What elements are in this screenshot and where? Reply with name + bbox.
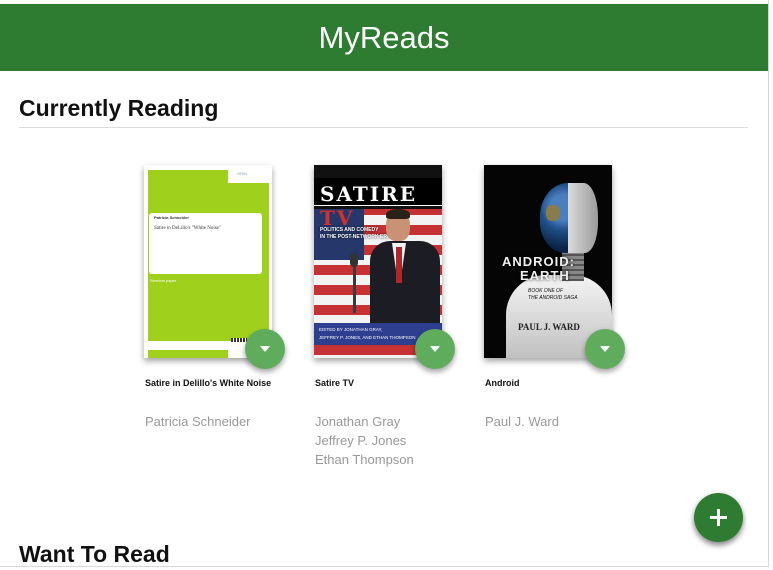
app-header: MyReads: [0, 4, 768, 71]
book-cover[interactable]: SATIRE TV POLITICS AND COMEDY IN THE POS…: [314, 165, 442, 358]
cover-decoration: [353, 265, 356, 313]
cover-subtitle: BOOK ONE OF THE ANDROID SAGA: [528, 288, 578, 302]
cover-decoration: [148, 350, 228, 358]
cover-subtitle-line: THE ANDROID SAGA: [528, 295, 578, 301]
book-authors: Paul J. Ward: [485, 412, 635, 431]
book-author: Paul J. Ward: [485, 414, 559, 429]
cover-editors: EDITED BY JONATHAN GRAY, JEFFREY P. JONE…: [319, 326, 416, 342]
cover-title-text: ANDROID: EARTH: [502, 255, 575, 283]
cover-subtitle-line: BOOK ONE OF: [528, 288, 564, 294]
cover-decoration: [546, 205, 560, 221]
book-authors: Jonathan Gray Jeffrey P. Jones Ethan Tho…: [315, 412, 465, 469]
book-title: Satire TV: [315, 378, 355, 388]
cover-title-line: EARTH: [520, 268, 570, 283]
cover-title-line: ANDROID:: [502, 254, 575, 269]
book-authors: Patricia Schneider: [145, 412, 295, 431]
shelf-changer-button[interactable]: [415, 329, 455, 369]
cover-title-text: Satire in DeLillo's "White Noise": [154, 226, 221, 231]
book-author: Patricia Schneider: [145, 414, 251, 429]
cover-title-box: Patricia Schneider Satire in DeLillo's "…: [149, 213, 262, 274]
shelf-title-want-to-read: Want To Read: [19, 541, 170, 567]
cover-decoration: [386, 209, 410, 219]
cover-editors-line: JEFFREY P. JONES, AND ETHAN THOMPSON: [319, 335, 416, 340]
shelf-changer-button[interactable]: [585, 329, 625, 369]
cover-label-text: Seminar paper: [150, 278, 177, 283]
cover-author-text: PAUL J. WARD: [518, 322, 580, 332]
app-frame: MyReads Currently Reading GRIN Patricia …: [0, 0, 769, 567]
cover-decoration: [370, 241, 440, 331]
shelf-title-currently-reading: Currently Reading: [19, 95, 219, 121]
cover-decoration: [350, 253, 358, 267]
cover-subtitle-line: POLITICS AND COMEDY: [320, 227, 379, 233]
app-title: MyReads: [318, 20, 450, 55]
cover-barcode: [231, 338, 247, 342]
book-title: Android: [485, 378, 520, 388]
cover-subtitle: POLITICS AND COMEDY IN THE POST-NETWORK …: [320, 227, 391, 241]
cover-decoration: [568, 183, 598, 253]
shelf-divider: [19, 127, 748, 128]
add-book-button[interactable]: [694, 493, 743, 542]
book-title: Satire in Delillo's White Noise: [145, 378, 272, 388]
cover-subtitle-line: IN THE POST-NETWORK ERA: [320, 234, 391, 240]
book-author: Ethan Thompson: [315, 452, 414, 467]
cover-title-text: SATIRE TV: [320, 182, 442, 230]
cover-editors-line: EDITED BY JONATHAN GRAY,: [319, 327, 383, 332]
book-author: Jeffrey P. Jones: [315, 433, 407, 448]
book-author: Jonathan Gray: [315, 414, 401, 429]
cover-title-main: SATIRE: [320, 182, 417, 206]
book-cover[interactable]: ANDROID: EARTH BOOK ONE OF THE ANDROID S…: [484, 165, 612, 358]
book-cover[interactable]: GRIN Patricia Schneider Satire in DeLill…: [144, 165, 272, 358]
cover-decoration: [396, 247, 402, 283]
cover-publisher-text: GRIN: [237, 171, 247, 176]
cover-author-text: Patricia Schneider: [154, 215, 189, 220]
shelf-changer-button[interactable]: [245, 329, 285, 369]
